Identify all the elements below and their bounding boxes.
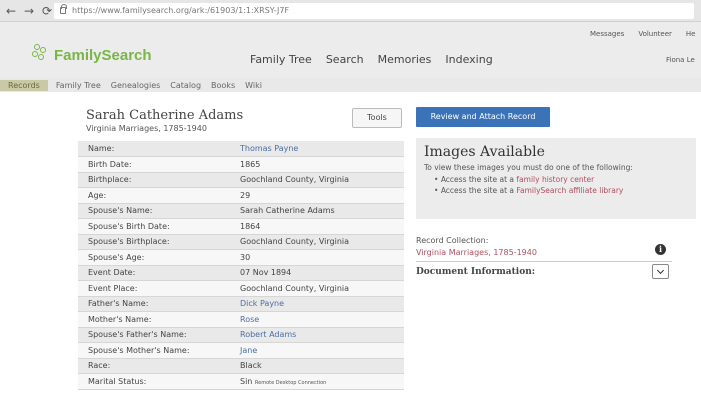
field-value: Sarah Catherine Adams	[230, 203, 404, 219]
field-value: 29	[230, 187, 404, 204]
table-row: Age: 29	[78, 187, 404, 204]
logo-text: FamilySearch	[54, 46, 152, 64]
field-label: Spouse's Mother's Name:	[78, 342, 230, 359]
table-row: Father's Name: Dick Payne	[78, 296, 404, 312]
field-value: 1864	[230, 218, 404, 235]
record-collection: Virginia Marriages, 1785-1940	[86, 124, 207, 133]
main-nav: Family Tree Search Memories Indexing	[250, 53, 493, 66]
field-value: Goochland County, Virginia	[230, 280, 404, 297]
user-menu[interactable]: Fiona Le	[666, 56, 695, 64]
subnav-books[interactable]: Books	[211, 81, 235, 90]
table-row: Marital Status: Sin Remote Desktop Connec…	[78, 373, 404, 390]
field-label: Name:	[78, 141, 230, 157]
site-header: FamilySearch Family Tree Search Memories…	[0, 22, 701, 78]
subnav-family-tree[interactable]: Family Tree	[56, 81, 101, 90]
field-value: 1865	[230, 156, 404, 173]
address-bar[interactable]: https://www.familysearch.org/ark:/61903/…	[54, 3, 694, 19]
images-options-list: • Access the site at a family history ce…	[434, 175, 688, 195]
field-value: Black	[230, 358, 404, 374]
subnav-wiki[interactable]: Wiki	[245, 81, 262, 90]
sub-nav: Records Family Tree Genealogies Catalog …	[0, 78, 701, 92]
field-label: Spouse's Age:	[78, 249, 230, 266]
table-row: Spouse's Father's Name: Robert Adams	[78, 327, 404, 343]
table-row: Spouse's Birthplace: Goochland County, Vi…	[78, 234, 404, 250]
messages-link[interactable]: Messages	[590, 30, 624, 38]
chevron-down-icon[interactable]	[652, 264, 669, 279]
field-label: Father's Name:	[78, 296, 230, 312]
field-label: Birth Date:	[78, 156, 230, 173]
help-link[interactable]: He	[686, 30, 696, 38]
tree-logo-icon	[30, 44, 52, 66]
table-row: Spouse's Age: 30	[78, 249, 404, 266]
volunteer-link[interactable]: Volunteer	[638, 30, 672, 38]
table-row: Birthplace: Goochland County, Virginia	[78, 172, 404, 188]
reload-icon[interactable]: ⟳	[40, 4, 54, 18]
field-label: Mother's Name:	[78, 311, 230, 328]
back-arrow-icon[interactable]: ←	[4, 4, 18, 18]
nav-indexing[interactable]: Indexing	[445, 53, 492, 66]
field-label: Spouse's Father's Name:	[78, 327, 230, 343]
images-available-title: Images Available	[424, 144, 545, 160]
table-row: Event Place: Goochland County, Virginia	[78, 280, 404, 297]
browser-toolbar: ← → ⟳ ⌂ https://www.familysearch.org/ark…	[0, 0, 701, 22]
field-label: Birthplace:	[78, 172, 230, 188]
field-label: Spouse's Name:	[78, 203, 230, 219]
top-links: Messages Volunteer He	[590, 30, 696, 38]
record-collection-link[interactable]: Virginia Marriages, 1785-1940	[416, 248, 537, 257]
table-row: Spouse's Mother's Name: Jane	[78, 342, 404, 359]
subnav-catalog[interactable]: Catalog	[170, 81, 201, 90]
subnav-records[interactable]: Records	[0, 79, 48, 91]
field-value[interactable]: Thomas Payne	[230, 141, 404, 157]
url-text: https://www.familysearch.org/ark:/61903/…	[72, 6, 290, 15]
table-row: Mother's Name: Rose	[78, 311, 404, 328]
field-value[interactable]: Dick Payne	[230, 296, 404, 312]
nav-memories[interactable]: Memories	[378, 53, 432, 66]
remote-desktop-note: Remote Desktop Connection	[254, 379, 327, 386]
field-label: Marital Status:	[78, 373, 230, 390]
table-row: Race: Black	[78, 358, 404, 374]
document-information-heading: Document Information:	[416, 267, 536, 277]
affiliate-library-link[interactable]: FamilySearch affiliate library	[516, 186, 623, 195]
field-value: 30	[230, 249, 404, 266]
field-value: 07 Nov 1894	[230, 265, 404, 281]
table-row: Name: Thomas Payne	[78, 141, 404, 157]
field-label: Race:	[78, 358, 230, 374]
field-value[interactable]: Jane	[230, 342, 404, 359]
record-title: Sarah Catherine Adams	[86, 108, 244, 123]
field-label: Spouse's Birthplace:	[78, 234, 230, 250]
family-history-center-link[interactable]: family history center	[516, 175, 594, 184]
lock-icon	[60, 4, 67, 14]
field-value: Sin Remote Desktop Connection	[230, 373, 404, 390]
field-label: Age:	[78, 187, 230, 204]
field-label: Event Place:	[78, 280, 230, 297]
table-row: Birth Date: 1865	[78, 156, 404, 173]
field-value: Goochland County, Virginia	[230, 234, 404, 250]
table-row: Spouse's Birth Date: 1864	[78, 218, 404, 235]
table-row: Spouse's Name: Sarah Catherine Adams	[78, 203, 404, 219]
list-item: • Access the site at a family history ce…	[434, 175, 595, 184]
record-details-table: Name: Thomas Payne Birth Date: 1865 Birthpla…	[78, 141, 404, 390]
review-attach-button[interactable]: Review and Attach Record	[416, 107, 550, 127]
familysearch-logo[interactable]: FamilySearch	[30, 44, 152, 66]
field-value[interactable]: Rose	[230, 311, 404, 328]
field-value: Goochland County, Virginia	[230, 172, 404, 188]
record-collection-label: Record Collection:	[416, 236, 489, 245]
subnav-genealogies[interactable]: Genealogies	[111, 81, 161, 90]
tools-button[interactable]: Tools	[352, 108, 402, 128]
divider	[416, 261, 672, 262]
nav-search[interactable]: Search	[326, 53, 364, 66]
field-value[interactable]: Robert Adams	[230, 327, 404, 343]
table-row: Event Date: 07 Nov 1894	[78, 265, 404, 281]
list-item: • Access the site at a FamilySearch affi…	[434, 186, 624, 195]
forward-arrow-icon[interactable]: →	[22, 4, 36, 18]
info-icon[interactable]: i	[655, 244, 666, 255]
images-available-panel: Images Available To view these images yo…	[416, 138, 696, 219]
nav-family-tree[interactable]: Family Tree	[250, 53, 312, 66]
field-label: Event Date:	[78, 265, 230, 281]
field-label: Spouse's Birth Date:	[78, 218, 230, 235]
images-available-desc: To view these images you must do one of …	[424, 163, 633, 172]
